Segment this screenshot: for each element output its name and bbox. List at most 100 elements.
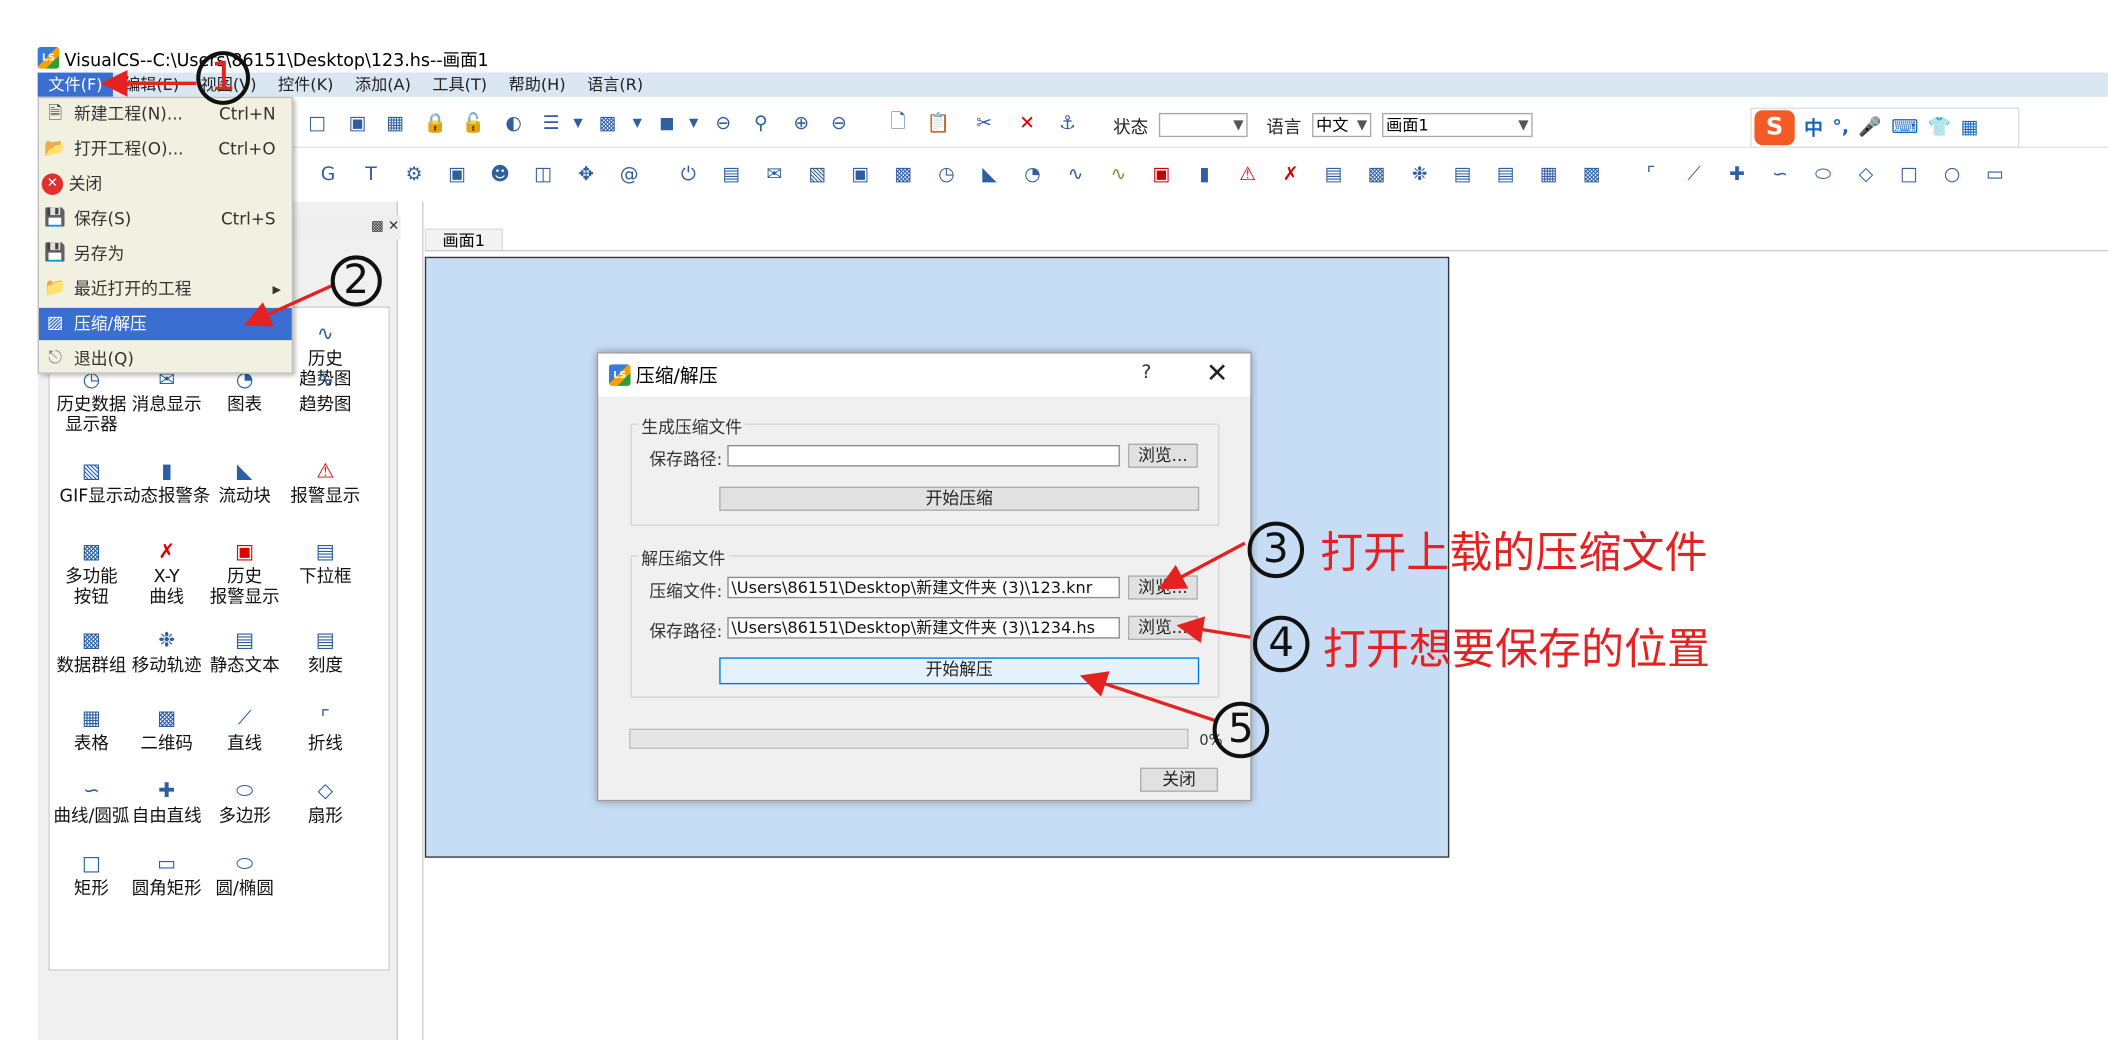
dropdown-icon[interactable]: ▤: [1320, 161, 1347, 188]
curve-icon[interactable]: ∽: [1767, 161, 1794, 188]
toolbox-item[interactable]: ▤ 静态文本: [199, 626, 290, 676]
decompress-save-path-field[interactable]: \Users\86151\Desktop\新建文件夹 (3)\1234.hs: [727, 617, 1120, 639]
menu-language[interactable]: 语言(R): [576, 73, 654, 97]
copy-icon[interactable]: 🗋: [885, 110, 912, 137]
contrast-icon[interactable]: ◐: [500, 110, 527, 137]
history-trend-icon[interactable]: ∿: [1105, 161, 1132, 188]
toolbox-item[interactable]: ⬭ 圆/椭圆: [199, 850, 290, 899]
chevron-down-icon[interactable]: ▼: [680, 110, 707, 137]
menu-item-save-as[interactable]: 💾 另存为: [39, 238, 292, 270]
compress-save-path-field[interactable]: [727, 444, 1120, 467]
toolbox-item[interactable]: ◣ 流动块: [199, 457, 290, 506]
tool-t-icon[interactable]: T: [358, 161, 385, 188]
flip-icon[interactable]: ⊖: [710, 110, 737, 137]
power-icon[interactable]: ⏻: [675, 161, 702, 188]
close-icon[interactable]: ✕: [1206, 356, 1229, 388]
paste-icon[interactable]: 📋: [925, 110, 952, 137]
menu-help[interactable]: 帮助(H): [498, 73, 577, 97]
help-icon[interactable]: ?: [1141, 362, 1151, 384]
layer-icon[interactable]: ◼: [653, 110, 680, 137]
toolbox-item[interactable]: ▤ 刻度: [280, 626, 371, 676]
chevron-down-icon[interactable]: ▼: [624, 110, 651, 137]
track-icon[interactable]: ❉: [1406, 161, 1433, 188]
toolbox-item[interactable]: ⚠ 报警显示: [280, 457, 371, 506]
scale-icon[interactable]: ▤: [1449, 161, 1476, 188]
apps-icon[interactable]: ▦: [1961, 117, 1979, 139]
cut-icon[interactable]: ✂: [971, 110, 998, 137]
flow-icon[interactable]: ◣: [976, 161, 1003, 188]
start-decompress-button[interactable]: 开始解压: [719, 657, 1200, 685]
close-icon[interactable]: ✕: [388, 219, 399, 234]
toolbox-item[interactable]: ⌜ 折线: [280, 704, 371, 754]
trend-icon[interactable]: ∿: [1062, 161, 1089, 188]
microphone-icon[interactable]: 🎤: [1858, 117, 1881, 139]
message-icon[interactable]: ✉: [761, 161, 788, 188]
lock-icon[interactable]: 🔒: [422, 110, 449, 137]
screen-select[interactable]: 画面1 ▼: [1382, 112, 1533, 138]
move-icon[interactable]: ✥: [573, 161, 600, 188]
rect-icon[interactable]: □: [1896, 161, 1923, 188]
group-icon[interactable]: ▩: [594, 110, 621, 137]
keyboard-icon[interactable]: ⌨: [1891, 117, 1918, 139]
tab-screen1[interactable]: 画面1: [424, 228, 503, 251]
language-select[interactable]: 中文 ▼: [1312, 112, 1372, 138]
table-icon[interactable]: ▦: [1535, 161, 1562, 188]
close-button[interactable]: 关闭: [1140, 767, 1219, 792]
free-line-icon[interactable]: ✚: [1724, 161, 1751, 188]
menu-item-open-project[interactable]: 📂 打开工程(O)... Ctrl+O: [39, 133, 292, 165]
multi-select-icon[interactable]: ▣: [344, 110, 371, 137]
browse-save-button[interactable]: 浏览...: [1127, 615, 1198, 640]
chevron-down-icon[interactable]: ▼: [565, 110, 592, 137]
toolbox-item[interactable]: ∿ 趋势图: [280, 366, 371, 415]
static-text-icon[interactable]: ▤: [1492, 161, 1519, 188]
ime-mode[interactable]: 中: [1804, 114, 1823, 141]
circle-icon[interactable]: ○: [1939, 161, 1966, 188]
menu-tools[interactable]: 工具(T): [422, 73, 498, 97]
browse-button[interactable]: 浏览...: [1127, 443, 1198, 468]
browse-archive-button[interactable]: 浏览...: [1127, 575, 1198, 600]
photo-icon[interactable]: ◫: [530, 161, 557, 188]
zoom-in-icon[interactable]: ⊕: [788, 110, 815, 137]
sector-icon[interactable]: ◇: [1853, 161, 1880, 188]
menu-item-recent-projects[interactable]: 📁 最近打开的工程 ▸: [39, 273, 292, 305]
zoom-icon[interactable]: ⚲: [747, 110, 774, 137]
skin-icon[interactable]: 👕: [1928, 117, 1951, 139]
history-alarm-icon[interactable]: ▣: [1148, 161, 1175, 188]
image-icon[interactable]: ▣: [847, 161, 874, 188]
bar-group-icon[interactable]: ▩: [1363, 161, 1390, 188]
user-icon[interactable]: ☻: [487, 161, 514, 188]
find-icon[interactable]: ⚓: [1054, 110, 1081, 137]
menu-file[interactable]: 文件(F): [37, 72, 114, 97]
gif-icon[interactable]: ▧: [804, 161, 831, 188]
menu-item-compress-decompress[interactable]: ▨ 压缩/解压: [38, 307, 292, 341]
history-icon[interactable]: ◷: [933, 161, 960, 188]
xy-curve-icon[interactable]: ✗: [1277, 161, 1304, 188]
round-rect-icon[interactable]: ▭: [1982, 161, 2009, 188]
state-select[interactable]: ▼: [1158, 112, 1248, 138]
punctuation-icon[interactable]: °,: [1832, 117, 1849, 139]
select-icon[interactable]: □: [304, 110, 331, 137]
toolbox-item[interactable]: ◇ 扇形: [280, 777, 371, 826]
gauge-icon[interactable]: ◔: [1019, 161, 1046, 188]
zoom-out-icon[interactable]: ⊖: [825, 110, 852, 137]
qrcode-icon[interactable]: ▩: [1578, 161, 1605, 188]
start-compress-button[interactable]: 开始压缩: [719, 486, 1200, 511]
menu-item-close[interactable]: ✕ 关闭: [39, 168, 292, 200]
toolbox-item[interactable]: ⟋ 直线: [199, 704, 290, 754]
archive-file-field[interactable]: \Users\86151\Desktop\新建文件夹 (3)\123.knr: [727, 576, 1120, 599]
tool-g-icon[interactable]: G: [315, 161, 342, 188]
unlock-icon[interactable]: 🔓: [460, 110, 487, 137]
menu-controls[interactable]: 控件(K): [267, 73, 344, 97]
toolbox-item[interactable]: ▣ 历史 报警显示: [199, 538, 290, 608]
menu-edit[interactable]: 编辑(E): [113, 73, 190, 97]
numeric-icon[interactable]: ▤: [718, 161, 745, 188]
toolbox-item[interactable]: ▤ 下拉框: [280, 538, 371, 587]
toolbox-item[interactable]: ⬭ 多边形: [199, 777, 290, 826]
float-icon[interactable]: ▩: [371, 219, 384, 234]
menu-item-save[interactable]: 💾 保存(S) Ctrl+S: [39, 203, 292, 235]
alarm-icon[interactable]: ⚠: [1234, 161, 1261, 188]
menu-item-exit[interactable]: ⎋ 退出(Q): [39, 343, 292, 375]
grid-icon[interactable]: ▦: [382, 110, 409, 137]
polyline-icon[interactable]: ⌜: [1637, 161, 1664, 188]
delete-icon[interactable]: ✕: [1014, 110, 1041, 137]
